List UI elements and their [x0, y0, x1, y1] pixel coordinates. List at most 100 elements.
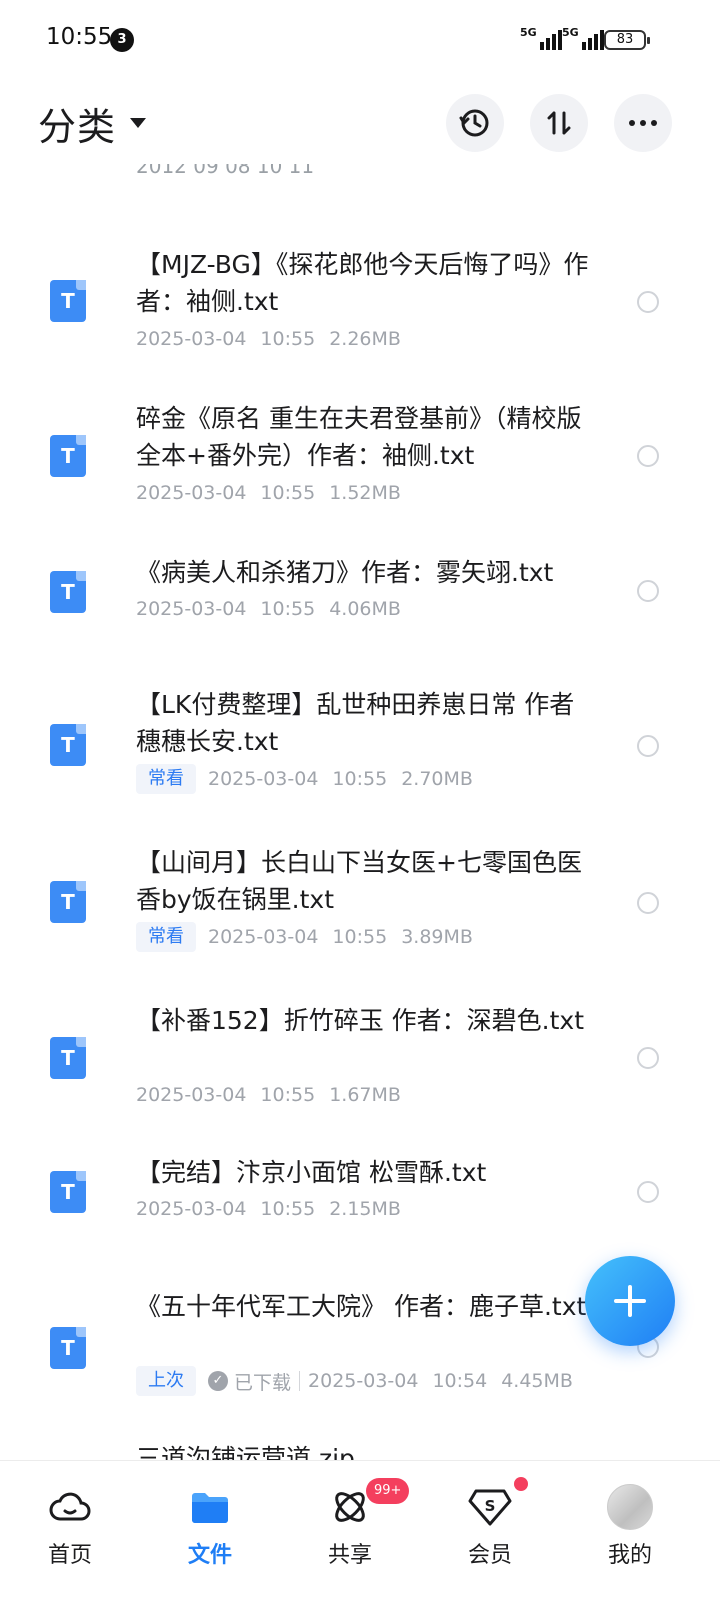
- file-row[interactable]: T 【MJZ-BG】《探花郎他今天后悔了吗》作者：袖侧.txt 2025-03-…: [0, 244, 720, 374]
- sort-icon: [547, 111, 571, 135]
- frequent-tag: 常看: [136, 764, 196, 794]
- nav-label: 会员: [467, 1543, 512, 1568]
- file-name: 【补番152】折竹碎玉 作者：深碧色.txt: [136, 1006, 585, 1035]
- add-button[interactable]: [585, 1256, 675, 1346]
- file-meta: 上次 ✓ 已下载 2025-03-04 10:54 4.45MB: [136, 1366, 573, 1396]
- file-row[interactable]: T 【LK付费整理】乱世种田养崽日常 作者 穗穗长安.txt 常看 2025-0…: [0, 686, 720, 826]
- txt-file-icon: T: [50, 1037, 86, 1079]
- nav-item-home[interactable]: 首页: [0, 1461, 140, 1608]
- file-meta: 2025-03-04 10:55 1.52MB: [136, 482, 401, 504]
- file-date: 2025-03-04: [308, 1370, 419, 1392]
- file-meta: 2025-03-04 10:55 1.67MB: [136, 1084, 401, 1106]
- file-time: 10:55: [260, 598, 316, 620]
- txt-file-icon: T: [50, 435, 86, 477]
- avatar: [607, 1484, 653, 1530]
- file-size: 2.70MB: [401, 768, 473, 790]
- file-name: 碎金《原名 重生在夫君登基前》（精校版全本+番外完）作者：袖侧.txt: [136, 404, 582, 470]
- file-size: 4.45MB: [501, 1370, 573, 1392]
- txt-file-icon: T: [50, 724, 86, 766]
- select-radio[interactable]: [637, 1047, 659, 1069]
- file-date: 2025-03-04: [136, 328, 247, 350]
- svg-text:S: S: [485, 1497, 496, 1515]
- nav-item-me[interactable]: 我的: [560, 1461, 700, 1608]
- file-row[interactable]: T 碎金《原名 重生在夫君登基前》（精校版全本+番外完）作者：袖侧.txt 20…: [0, 400, 720, 530]
- file-size: 2.15MB: [329, 1198, 401, 1220]
- vip-diamond-icon: S: [466, 1483, 514, 1531]
- more-icon: [629, 120, 657, 126]
- chevron-down-icon[interactable]: [130, 118, 146, 128]
- category-title[interactable]: 分类: [38, 96, 116, 151]
- signal-strength-icon: 5G: [520, 26, 562, 50]
- txt-file-icon: T: [50, 571, 86, 613]
- history-button[interactable]: [446, 94, 504, 152]
- network-type-label-2: 5G: [562, 26, 579, 39]
- nav-label: 文件: [187, 1543, 232, 1568]
- nav-label: 首页: [47, 1543, 92, 1568]
- header: 分类: [0, 82, 720, 164]
- file-name: 【完结】汴京小面馆 松雪酥.txt: [136, 1158, 487, 1187]
- select-radio[interactable]: [637, 580, 659, 602]
- partial-file-name[interactable]: 三道沟铺运营道.zip: [136, 1440, 596, 1460]
- sort-button[interactable]: [530, 94, 588, 152]
- file-time: 10:55: [260, 1084, 316, 1106]
- file-size: 1.52MB: [329, 482, 401, 504]
- file-time: 10:55: [332, 926, 388, 948]
- bottom-nav: 首页 文件 共享 S 会员 我的: [0, 1460, 720, 1608]
- file-meta: 2025-03-04 10:55 2.15MB: [136, 1198, 401, 1220]
- select-radio[interactable]: [637, 892, 659, 914]
- network-type-label: 5G: [520, 26, 537, 39]
- file-name: 《病美人和杀猪刀》作者：雾矢翊.txt: [136, 558, 554, 587]
- file-date: 2025-03-04: [208, 768, 319, 790]
- notification-count-badge: 3: [110, 28, 134, 52]
- select-radio[interactable]: [637, 1181, 659, 1203]
- nav-label: 共享: [327, 1543, 372, 1568]
- cloud-icon: [46, 1483, 94, 1531]
- file-size: 4.06MB: [329, 598, 401, 620]
- partial-item-meta: 2012 09 08 10 11: [136, 164, 315, 178]
- file-name: 【LK付费整理】乱世种田养崽日常 作者 穗穗长安.txt: [136, 690, 575, 756]
- download-status: 已下载: [234, 1371, 292, 1394]
- status-time: 10:55: [46, 24, 113, 50]
- divider: [299, 1371, 301, 1391]
- file-size: 1.67MB: [329, 1084, 401, 1106]
- more-button[interactable]: [614, 94, 672, 152]
- file-row[interactable]: T 【山间月】长白山下当女医+七零国色医香by饭在锅里.txt 常看 2025-…: [0, 844, 720, 984]
- nav-item-files[interactable]: 文件: [140, 1461, 280, 1608]
- frequent-tag: 常看: [136, 922, 196, 952]
- file-time: 10:55: [260, 1198, 316, 1220]
- file-row[interactable]: T 【补番152】折竹碎玉 作者：深碧色.txt 2025-03-04 10:5…: [0, 1002, 720, 1132]
- file-name: 【山间月】长白山下当女医+七零国色医香by饭在锅里.txt: [136, 848, 582, 914]
- file-time: 10:55: [260, 328, 316, 350]
- txt-file-icon: T: [50, 1327, 86, 1369]
- file-name: 【MJZ-BG】《探花郎他今天后悔了吗》作者：袖侧.txt: [136, 250, 589, 316]
- file-meta: 常看 2025-03-04 10:55 3.89MB: [136, 922, 473, 952]
- file-size: 2.26MB: [329, 328, 401, 350]
- file-row[interactable]: T 《病美人和杀猪刀》作者：雾矢翊.txt 2025-03-04 10:55 4…: [0, 554, 720, 644]
- txt-file-icon: T: [50, 1171, 86, 1213]
- file-row[interactable]: T 【完结】汴京小面馆 松雪酥.txt 2025-03-04 10:55 2.1…: [0, 1154, 720, 1244]
- file-time: 10:55: [260, 482, 316, 504]
- signal-strength-icon-2: 5G: [562, 26, 604, 50]
- txt-file-icon: T: [50, 280, 86, 322]
- file-size: 3.89MB: [401, 926, 473, 948]
- file-time: 10:55: [332, 768, 388, 790]
- nav-item-vip[interactable]: S 会员: [420, 1461, 560, 1608]
- vip-notification-dot: [514, 1477, 528, 1491]
- select-radio[interactable]: [637, 735, 659, 757]
- downloaded-check-icon: ✓: [208, 1371, 228, 1391]
- file-date: 2025-03-04: [136, 1198, 247, 1220]
- file-time: 10:54: [432, 1370, 488, 1392]
- nav-label: 我的: [607, 1543, 652, 1568]
- file-date: 2025-03-04: [136, 1084, 247, 1106]
- file-date: 2025-03-04: [136, 598, 247, 620]
- file-date: 2025-03-04: [208, 926, 319, 948]
- file-name: 《五十年代军工大院》 作者：鹿子草.txt: [136, 1292, 587, 1321]
- select-radio[interactable]: [637, 291, 659, 313]
- battery-icon: 83: [604, 30, 650, 50]
- file-date: 2025-03-04: [136, 482, 247, 504]
- file-meta: 2025-03-04 10:55 2.26MB: [136, 328, 401, 350]
- txt-file-icon: T: [50, 881, 86, 923]
- file-meta: 常看 2025-03-04 10:55 2.70MB: [136, 764, 473, 794]
- select-radio[interactable]: [637, 445, 659, 467]
- history-icon: [459, 109, 489, 137]
